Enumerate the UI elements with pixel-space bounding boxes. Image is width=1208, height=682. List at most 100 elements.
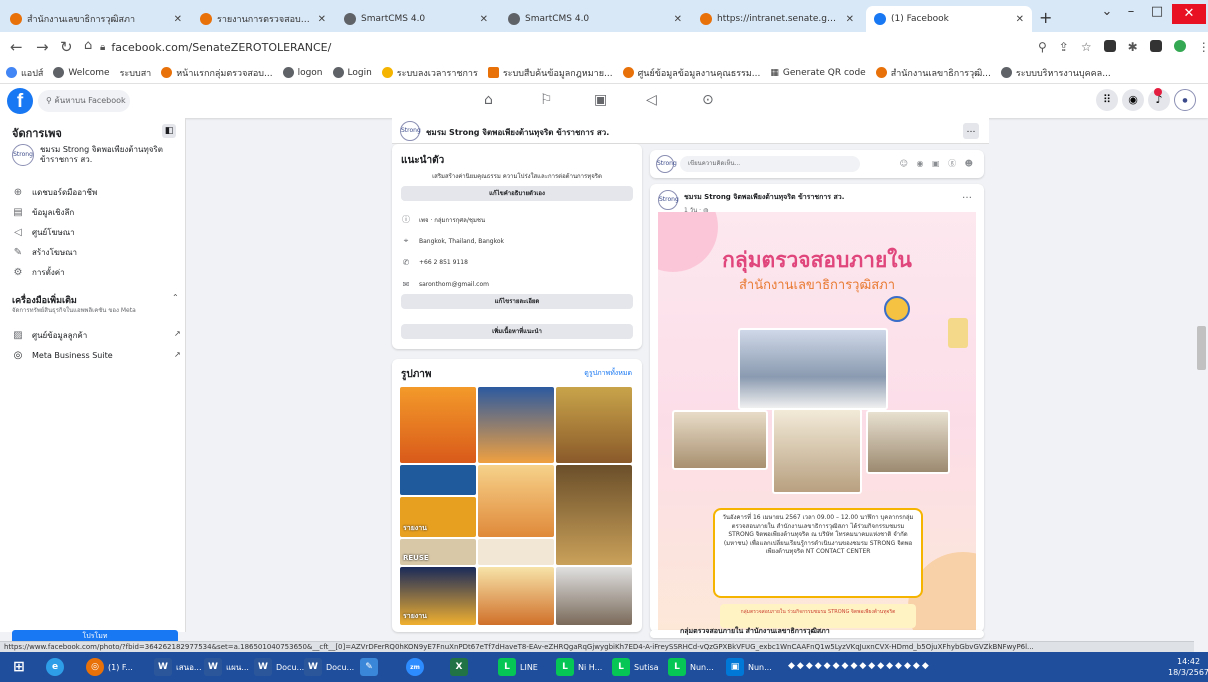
facebook-logo-icon[interactable]: f (7, 88, 33, 114)
taskbar-item[interactable]: L Sutisa (608, 655, 663, 679)
post-image[interactable]: กลุ่มตรวจสอบภายใน สำนักงานเลขาธิการวุฒิส… (658, 212, 976, 632)
taskbar-item[interactable]: zm (402, 655, 432, 679)
page-scrollbar-thumb[interactable] (1197, 326, 1206, 370)
taskbar-item[interactable]: L LINE (494, 655, 542, 679)
bookmark-item[interactable]: ศูนย์ข้อมูลข้อมูลงานคุณธรรม... (622, 66, 760, 80)
composer-emoji-icons[interactable]: ☺ ◉ ▣ ⓖ ☻ (900, 158, 976, 169)
browser-tab[interactable]: สำนักงานเลขาธิการวุฒิสภา ✕ (2, 6, 190, 32)
post-author[interactable]: ชมรม Strong จิตพอเพียงต้านทุจริต ข้าราชก… (684, 192, 844, 203)
close-icon[interactable]: ✕ (480, 14, 488, 25)
maximize-button[interactable]: □ (1142, 4, 1172, 19)
account-avatar[interactable]: ● (1174, 89, 1196, 111)
bookmark-item[interactable]: แอปส์ (6, 66, 43, 80)
browser-tab[interactable]: SmartCMS 4.0 ✕ (336, 6, 496, 32)
close-icon[interactable]: ✕ (174, 14, 182, 25)
more-options-button[interactable]: … (963, 123, 979, 139)
sidebar-item-create-ad[interactable]: ✎ สร้างโฆษณา (12, 246, 77, 259)
photo-thumbnail[interactable]: รายงาน (400, 497, 476, 537)
close-icon[interactable]: ✕ (1016, 14, 1024, 25)
sidebar-page-switcher[interactable]: Strong ชมรม Strong จิตพอเพียงต้านทุจริต … (12, 144, 172, 166)
home-icon[interactable]: ⌂ (84, 38, 92, 53)
edit-bio-button[interactable]: แก้ไขคำอธิบายตัวเอง (401, 186, 633, 201)
bookmark-star-icon[interactable]: ☆ (1081, 40, 1092, 54)
photo-thumbnail[interactable] (556, 567, 632, 625)
taskbar-item[interactable]: L Nun... (664, 655, 718, 679)
sidepanel-icon[interactable] (1149, 40, 1162, 52)
browser-tab[interactable]: รายงานการตรวจสอบภายใน 2567 ✕ (192, 6, 334, 32)
browser-tab[interactable]: SmartCMS 4.0 ✕ (500, 6, 690, 32)
reload-icon[interactable]: ↻ (60, 38, 73, 56)
sidebar-item-dashboard[interactable]: ⊕ แดชบอร์ดมืออาชีพ (12, 186, 97, 199)
kebab-menu-icon[interactable]: ⋮ (1198, 40, 1208, 54)
page-icon[interactable]: ▣ (594, 92, 607, 108)
menu-grid-icon[interactable]: ⠿ (1096, 89, 1118, 111)
photo-thumbnail[interactable] (400, 465, 476, 495)
bookmark-item[interactable]: ระบบบริหารงานบุคคล... (1000, 66, 1111, 80)
taskbar-item[interactable]: X (446, 655, 476, 679)
chevron-up-icon[interactable]: ⌃ (172, 293, 179, 302)
taskbar-item[interactable]: L Ni H... (552, 655, 606, 679)
home-icon[interactable]: ⌂ (484, 92, 493, 108)
taskbar-clock[interactable]: 14:42 18/3/2567 (1168, 656, 1208, 678)
edit-details-button[interactable]: แก้ไขรายละเอียด (401, 294, 633, 309)
photo-thumbnail[interactable] (556, 465, 632, 565)
taskbar-item[interactable]: ✎ (356, 655, 386, 679)
back-arrow-icon[interactable]: ← (10, 38, 23, 56)
bookmark-item[interactable]: logon (282, 67, 323, 78)
extension-icon[interactable] (1103, 40, 1116, 52)
close-window-button[interactable]: ✕ (1172, 4, 1206, 24)
facebook-search-input[interactable]: ⚲ ค้นหาบน Facebook (38, 90, 130, 112)
taskbar-item[interactable]: W Docu... (300, 655, 358, 679)
sidebar-item-settings[interactable]: ⚙ การตั้งค่า (12, 266, 65, 279)
browser-tab[interactable]: https://intranet.senate.go.th/ ✕ (692, 6, 862, 32)
close-icon[interactable]: ✕ (846, 14, 854, 25)
photo-thumbnail[interactable]: รายงาน (400, 567, 476, 625)
bookmark-item[interactable]: Login (332, 67, 372, 78)
puzzle-icon[interactable]: ✱ (1128, 40, 1138, 54)
photo-thumbnail[interactable] (556, 387, 632, 463)
sidebar-item-inbox[interactable]: ▨ ศูนย์ข้อมูลลูกค้า (12, 329, 87, 342)
bookmark-item[interactable]: ระบบสืบค้นข้อมูลกฎหมาย... (487, 66, 613, 80)
add-featured-button[interactable]: เพิ่มเนื้อหาที่แนะนำ (401, 324, 633, 339)
sidebar-item-insights[interactable]: ▤ ข้อมูลเชิงลึก (12, 206, 74, 219)
info-email[interactable]: ✉ saronthorn@gmail.com (401, 280, 489, 289)
quick-launch-icons[interactable]: ◆◆◆◆◆◆◆◆◆◆◆◆◆◆◆◆ (788, 661, 931, 671)
next-post-author[interactable]: กลุ่มตรวจสอบภายใน สำนักงานเลขาธิการวุฒิส… (680, 626, 830, 637)
zoom-icon[interactable]: ⚲ (1038, 40, 1047, 54)
taskbar-item[interactable]: ▣ Nun... (722, 655, 776, 679)
bookmark-item[interactable]: Welcome (53, 67, 110, 78)
taskbar-item[interactable]: W แผน... (200, 655, 253, 679)
bookmark-item[interactable]: สำนักงานเลขาธิการวุฒิ... (875, 66, 991, 80)
bookmark-item[interactable]: ระบบสา (120, 66, 152, 80)
taskbar-item[interactable]: ⊞ (6, 655, 36, 679)
photo-thumbnail[interactable] (478, 539, 554, 565)
photo-thumbnail[interactable]: REUSE (400, 539, 476, 565)
browser-tab-active[interactable]: (1) Facebook ✕ (866, 6, 1032, 32)
sidebar-item-meta-business-suite[interactable]: ◎ Meta Business Suite (12, 350, 113, 361)
taskbar-item[interactable]: e (42, 655, 72, 679)
bookmark-item[interactable]: หน้าแรกกลุ่มตรวจสอบ... (161, 66, 273, 80)
see-all-photos-link[interactable]: ดูรูปภาพทั้งหมด (584, 368, 632, 379)
forward-arrow-icon[interactable]: → (36, 38, 49, 56)
megaphone-icon[interactable]: ◁ (646, 92, 657, 108)
bookmark-item[interactable]: ระบบลงเวลาราชการ (381, 66, 478, 80)
post-more-options-icon[interactable]: … (962, 190, 972, 201)
flag-icon[interactable]: ⚐ (540, 92, 553, 108)
notification-target-icon[interactable]: ⊙ (702, 92, 714, 108)
new-tab-button[interactable]: + (1039, 8, 1052, 27)
close-icon[interactable]: ✕ (318, 14, 326, 25)
address-bar[interactable]: 🔒︎ facebook.com/SenateZEROTOLERANCE/ (100, 37, 1060, 58)
share-icon[interactable]: ⇪ (1059, 40, 1069, 54)
taskbar-item[interactable]: ◎ (1) F... (82, 655, 137, 679)
bookmark-item[interactable]: ▦ Generate QR code (770, 68, 865, 78)
taskbar-item[interactable]: W เสนอ... (150, 655, 206, 679)
photo-thumbnail[interactable] (400, 387, 476, 463)
sidebar-toggle-icon[interactable]: ◧ (162, 124, 176, 138)
photo-thumbnail[interactable] (478, 465, 554, 537)
photo-thumbnail[interactable] (478, 387, 554, 463)
composer-input[interactable]: เขียนความคิดเห็น... (680, 156, 860, 172)
photo-thumbnail[interactable] (478, 567, 554, 625)
messenger-icon[interactable]: ◉ (1122, 89, 1144, 111)
sidebar-item-ad-center[interactable]: ◁ ศูนย์โฆษณา (12, 226, 75, 239)
close-icon[interactable]: ✕ (674, 14, 682, 25)
